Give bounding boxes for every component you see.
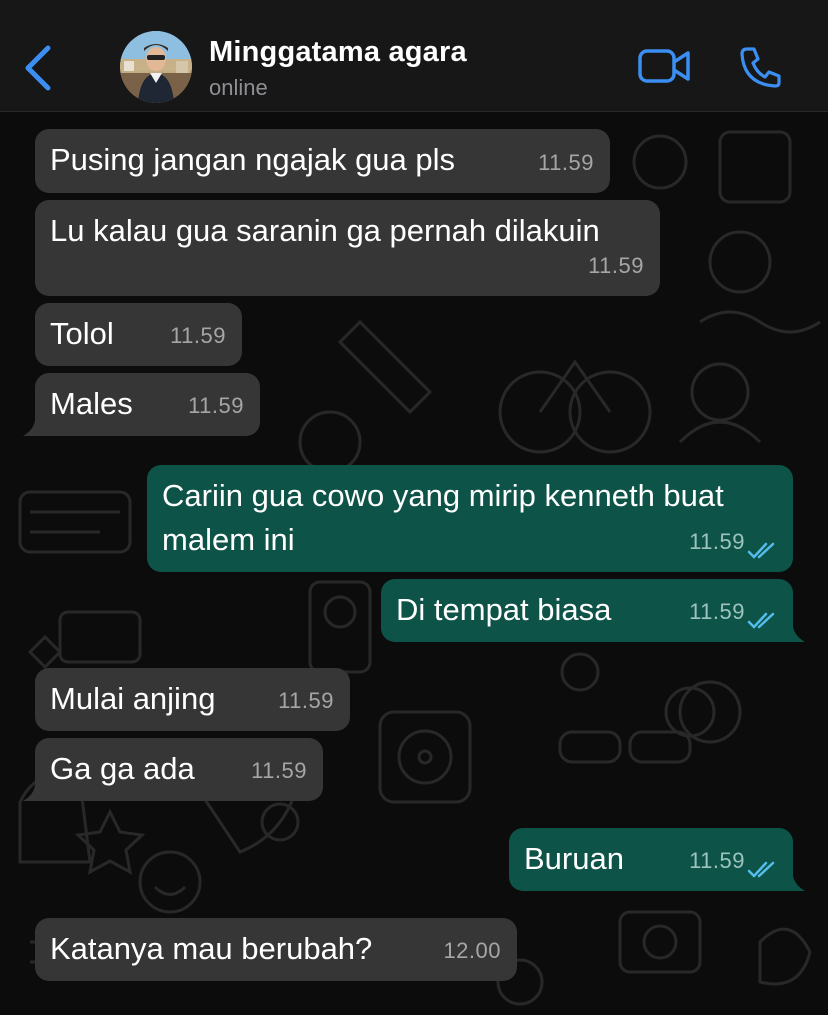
message-time: 11.59 <box>689 529 745 554</box>
message-time: 11.59 <box>588 253 644 278</box>
message-time: 11.59 <box>188 393 244 418</box>
message-bubble-incoming[interactable]: Tolol 11.59 <box>35 303 242 366</box>
avatar[interactable] <box>120 31 192 103</box>
message-bubble-incoming[interactable]: Ga ga ada 11.59 <box>23 738 323 801</box>
back-button[interactable] <box>18 40 58 96</box>
message-bubble-outgoing[interactable]: Buruan 11.59 <box>509 828 805 891</box>
double-check-icon <box>747 861 775 878</box>
message-bubble-incoming[interactable]: Pusing jangan ngajak gua pls 11.59 <box>35 129 610 193</box>
message-time: 11.59 <box>538 150 594 175</box>
message-text: Males <box>50 386 133 421</box>
avatar-photo <box>120 31 192 103</box>
voice-call-button[interactable] <box>738 46 782 88</box>
message-text: Di tempat biasa <box>396 592 612 627</box>
video-camera-icon <box>638 49 690 83</box>
chat-screen: Minggatama agara online Pusing jangan ng… <box>0 0 828 1015</box>
bubble-tail <box>785 620 805 642</box>
bubble-tail <box>23 779 43 801</box>
chat-header: Minggatama agara online <box>0 0 828 112</box>
contact-name[interactable]: Minggatama agara <box>209 36 467 69</box>
video-call-button[interactable] <box>637 46 691 86</box>
message-text: Pusing jangan ngajak gua pls <box>50 142 456 177</box>
message-bubble-incoming[interactable]: Mulai anjing 11.59 <box>35 668 350 731</box>
contact-status: online <box>209 75 268 100</box>
message-time: 11.59 <box>170 323 226 348</box>
message-text: Mulai anjing <box>50 681 216 716</box>
message-time: 11.59 <box>689 848 745 873</box>
message-time: 11.59 <box>689 599 745 624</box>
message-bubble-incoming[interactable]: Katanya mau berubah? 12.00 <box>35 918 517 981</box>
message-bubble-incoming[interactable]: Males 11.59 <box>23 373 260 436</box>
bubble-tail <box>785 869 805 891</box>
message-text: Katanya mau berubah? <box>50 931 373 966</box>
message-time: 11.59 <box>251 758 307 783</box>
message-bubble-outgoing[interactable]: Cariin gua cowo yang mirip kenneth buat … <box>147 465 793 572</box>
message-text: Lu kalau gua saranin ga pernah dilakuin <box>50 213 600 248</box>
message-bubble-incoming[interactable]: Lu kalau gua saranin ga pernah dilakuin … <box>35 200 660 296</box>
message-text: Ga ga ada <box>50 751 195 786</box>
message-time: 11.59 <box>278 688 334 713</box>
message-time: 12.00 <box>443 938 501 963</box>
chevron-left-icon <box>25 45 51 91</box>
phone-icon <box>740 47 781 88</box>
bubble-tail <box>23 414 43 436</box>
message-text: Tolol <box>50 316 114 351</box>
message-bubble-outgoing[interactable]: Di tempat biasa 11.59 <box>381 579 805 642</box>
message-text: Buruan <box>524 841 624 876</box>
double-check-icon <box>747 612 775 629</box>
double-check-icon <box>747 542 775 559</box>
